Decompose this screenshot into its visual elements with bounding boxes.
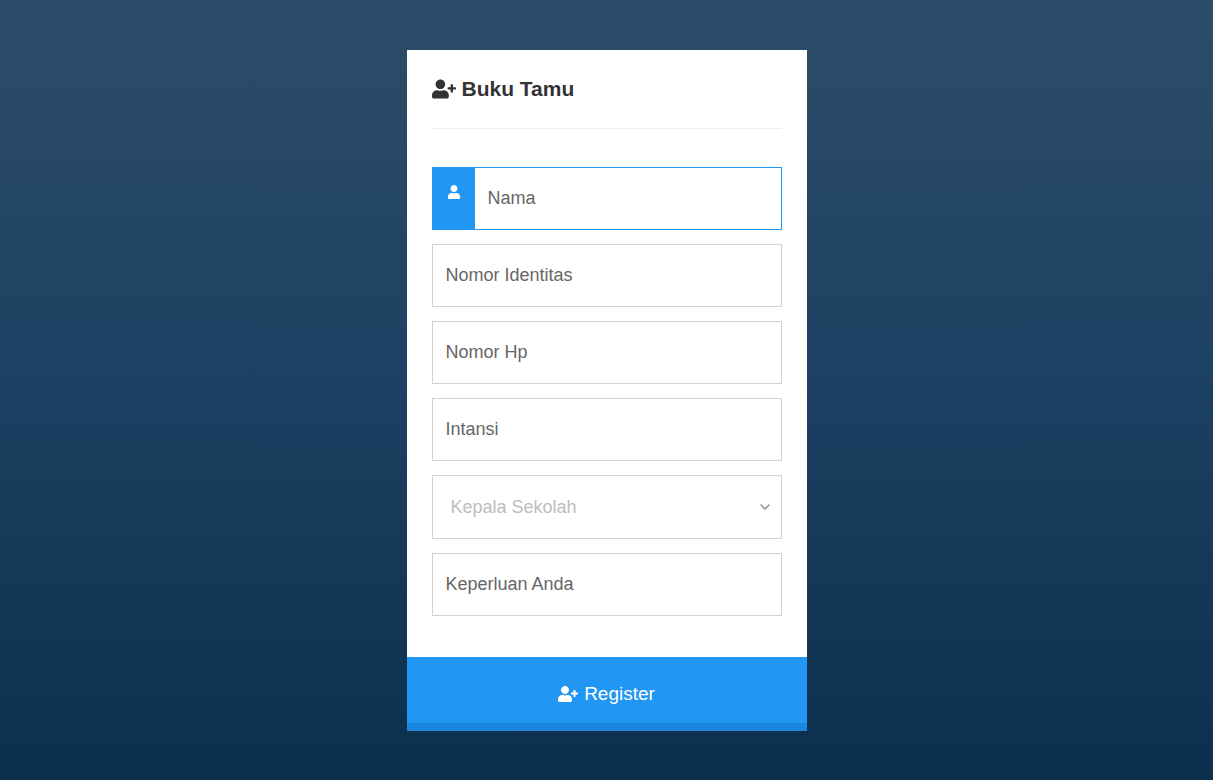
register-button[interactable]: Register: [407, 657, 807, 731]
input-group: [432, 244, 782, 307]
text-input[interactable]: [433, 245, 781, 306]
guest-form: Kepala Sekolah: [432, 167, 782, 616]
input-addon: [433, 168, 475, 229]
text-input[interactable]: [433, 322, 781, 383]
chevron-down-icon: [757, 499, 773, 515]
input-group: [432, 321, 782, 384]
user-plus-icon: [432, 79, 456, 99]
input-group: [432, 167, 782, 230]
text-input[interactable]: [475, 168, 781, 229]
guestbook-card: Buku Tamu Kepala Sekolah Register: [407, 50, 807, 731]
card-title: Buku Tamu: [432, 74, 782, 128]
text-input[interactable]: [433, 554, 781, 615]
tujuan-select[interactable]: Kepala Sekolah: [432, 475, 782, 539]
user-icon: [447, 185, 461, 199]
select-value: Kepala Sekolah: [451, 494, 577, 521]
input-group: [432, 398, 782, 461]
input-group: [432, 553, 782, 616]
text-input[interactable]: [433, 399, 781, 460]
page: Buku Tamu Kepala Sekolah Register: [0, 0, 1213, 780]
divider: [432, 128, 782, 129]
user-plus-icon: [558, 686, 578, 702]
